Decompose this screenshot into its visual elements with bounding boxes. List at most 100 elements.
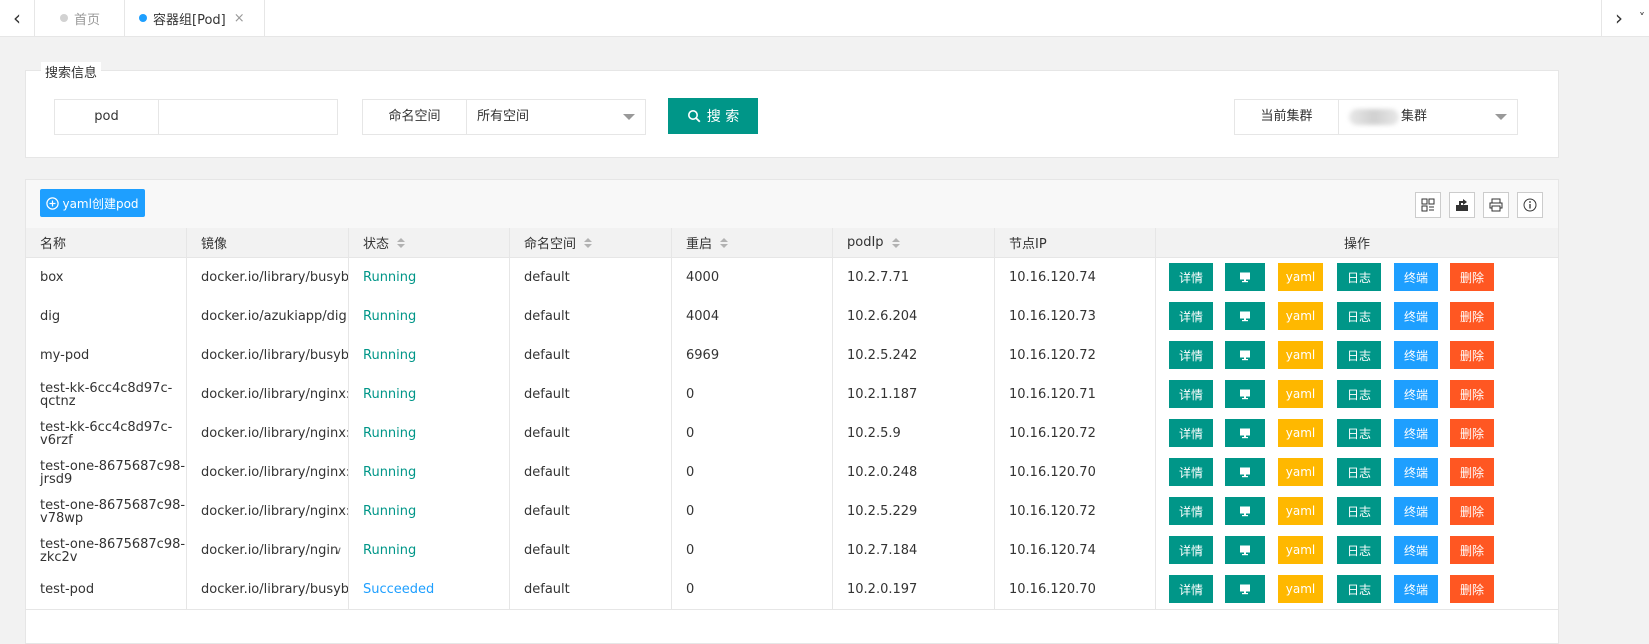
sort-icon[interactable] — [720, 237, 729, 248]
terminal-button[interactable]: 终端 — [1394, 341, 1438, 369]
cell-image: docker.io/azukiapp/dig:la — [187, 297, 349, 336]
monitor-button[interactable] — [1225, 341, 1265, 369]
add-circle-icon — [46, 196, 60, 210]
terminal-button[interactable]: 终端 — [1394, 575, 1438, 603]
header-restarts[interactable]: 重启 — [672, 228, 833, 257]
log-button[interactable]: 日志 — [1337, 419, 1381, 447]
cluster-select[interactable]: 集群 — [1339, 100, 1517, 134]
delete-button[interactable]: 删除 — [1450, 263, 1494, 291]
monitor-button[interactable] — [1225, 302, 1265, 330]
close-icon[interactable]: × — [234, 11, 245, 26]
namespace-select[interactable]: 所有空间 — [467, 100, 645, 134]
cell-restarts: 0 — [672, 492, 833, 531]
header-namespace[interactable]: 命名空间 — [510, 228, 672, 257]
tab-scroll-left-icon[interactable]: ‹ — [0, 0, 35, 36]
terminal-button[interactable]: 终端 — [1394, 536, 1438, 564]
detail-button[interactable]: 详情 — [1169, 263, 1213, 291]
detail-button[interactable]: 详情 — [1169, 302, 1213, 330]
terminal-button[interactable]: 终端 — [1394, 302, 1438, 330]
cell-actions: 详情 yaml 日志 终端 删除 — [1156, 375, 1558, 414]
tab-pod[interactable]: 容器组[Pod] × — [124, 0, 265, 36]
cell-status: Running — [349, 531, 510, 570]
cell-podip: 10.2.7.71 — [833, 258, 995, 297]
columns-icon[interactable] — [1415, 192, 1441, 218]
monitor-button[interactable] — [1225, 458, 1265, 486]
chevron-down-icon[interactable]: ˅ — [1635, 0, 1649, 36]
export-icon[interactable] — [1449, 192, 1475, 218]
cell-actions: 详情 yaml 日志 终端 删除 — [1156, 492, 1558, 531]
delete-button[interactable]: 删除 — [1450, 458, 1494, 486]
detail-button[interactable]: 详情 — [1169, 380, 1213, 408]
log-button[interactable]: 日志 — [1337, 497, 1381, 525]
yaml-button[interactable]: yaml — [1278, 536, 1323, 564]
namespace-select-value: 所有空间 — [477, 109, 530, 124]
log-button[interactable]: 日志 — [1337, 458, 1381, 486]
header-status[interactable]: 状态 — [349, 228, 510, 257]
cell-restarts: 0 — [672, 375, 833, 414]
sort-icon[interactable] — [397, 237, 406, 248]
print-icon[interactable] — [1483, 192, 1509, 218]
caret-down-icon — [623, 114, 635, 120]
cell-restarts: 4000 — [672, 258, 833, 297]
yaml-button[interactable]: yaml — [1278, 380, 1323, 408]
delete-button[interactable]: 删除 — [1450, 341, 1494, 369]
detail-button[interactable]: 详情 — [1169, 536, 1213, 564]
sort-icon[interactable] — [584, 237, 593, 248]
cell-image: docker.io/library/nginx:lat — [187, 492, 349, 531]
log-button[interactable]: 日志 — [1337, 380, 1381, 408]
terminal-button[interactable]: 终端 — [1394, 263, 1438, 291]
log-button[interactable]: 日志 — [1337, 341, 1381, 369]
cell-restarts: 6969 — [672, 336, 833, 375]
chevron-down-icon[interactable]: ∨ — [334, 544, 342, 557]
sort-icon[interactable] — [891, 237, 900, 248]
yaml-button[interactable]: yaml — [1278, 419, 1323, 447]
delete-button[interactable]: 删除 — [1450, 302, 1494, 330]
terminal-button[interactable]: 终端 — [1394, 419, 1438, 447]
detail-button[interactable]: 详情 — [1169, 341, 1213, 369]
create-pod-button[interactable]: yaml创建pod — [40, 189, 145, 217]
delete-button[interactable]: 删除 — [1450, 419, 1494, 447]
yaml-button[interactable]: yaml — [1278, 458, 1323, 486]
terminal-button[interactable]: 终端 — [1394, 458, 1438, 486]
header-image-label: 镜像 — [201, 237, 228, 252]
log-button[interactable]: 日志 — [1337, 263, 1381, 291]
delete-button[interactable]: 删除 — [1450, 536, 1494, 564]
search-legend: 搜索信息 — [41, 62, 102, 81]
info-icon[interactable] — [1517, 192, 1543, 218]
yaml-button[interactable]: yaml — [1278, 302, 1323, 330]
yaml-button[interactable]: yaml — [1278, 341, 1323, 369]
monitor-button[interactable] — [1225, 575, 1265, 603]
detail-button[interactable]: 详情 — [1169, 575, 1213, 603]
yaml-button[interactable]: yaml — [1278, 575, 1323, 603]
terminal-button[interactable]: 终端 — [1394, 380, 1438, 408]
detail-button[interactable]: 详情 — [1169, 497, 1213, 525]
monitor-button[interactable] — [1225, 536, 1265, 564]
tab-scroll-right-icon[interactable]: › — [1601, 0, 1636, 36]
cell-status: Running — [349, 375, 510, 414]
delete-button[interactable]: 删除 — [1450, 575, 1494, 603]
detail-button[interactable]: 详情 — [1169, 458, 1213, 486]
log-button[interactable]: 日志 — [1337, 575, 1381, 603]
yaml-button[interactable]: yaml — [1278, 497, 1323, 525]
monitor-button[interactable] — [1225, 497, 1265, 525]
monitor-button[interactable] — [1225, 419, 1265, 447]
tab-active-dot — [139, 14, 147, 22]
delete-button[interactable]: 删除 — [1450, 380, 1494, 408]
pod-input[interactable] — [159, 100, 337, 134]
search-button[interactable]: 搜 索 — [668, 98, 758, 134]
cell-namespace: default — [510, 414, 672, 453]
cell-node-ip: 10.16.120.70 — [995, 453, 1156, 492]
terminal-button[interactable]: 终端 — [1394, 497, 1438, 525]
detail-button[interactable]: 详情 — [1169, 419, 1213, 447]
tab-home[interactable]: 首页 — [34, 0, 125, 36]
delete-button[interactable]: 删除 — [1450, 497, 1494, 525]
search-button-label: 搜 索 — [706, 109, 740, 125]
log-button[interactable]: 日志 — [1337, 302, 1381, 330]
log-button[interactable]: 日志 — [1337, 536, 1381, 564]
header-restarts-label: 重启 — [686, 237, 713, 252]
monitor-button[interactable] — [1225, 380, 1265, 408]
yaml-button[interactable]: yaml — [1278, 263, 1323, 291]
monitor-button[interactable] — [1225, 263, 1265, 291]
header-image: 镜像 — [187, 228, 349, 257]
header-podip[interactable]: podIp — [833, 228, 995, 257]
